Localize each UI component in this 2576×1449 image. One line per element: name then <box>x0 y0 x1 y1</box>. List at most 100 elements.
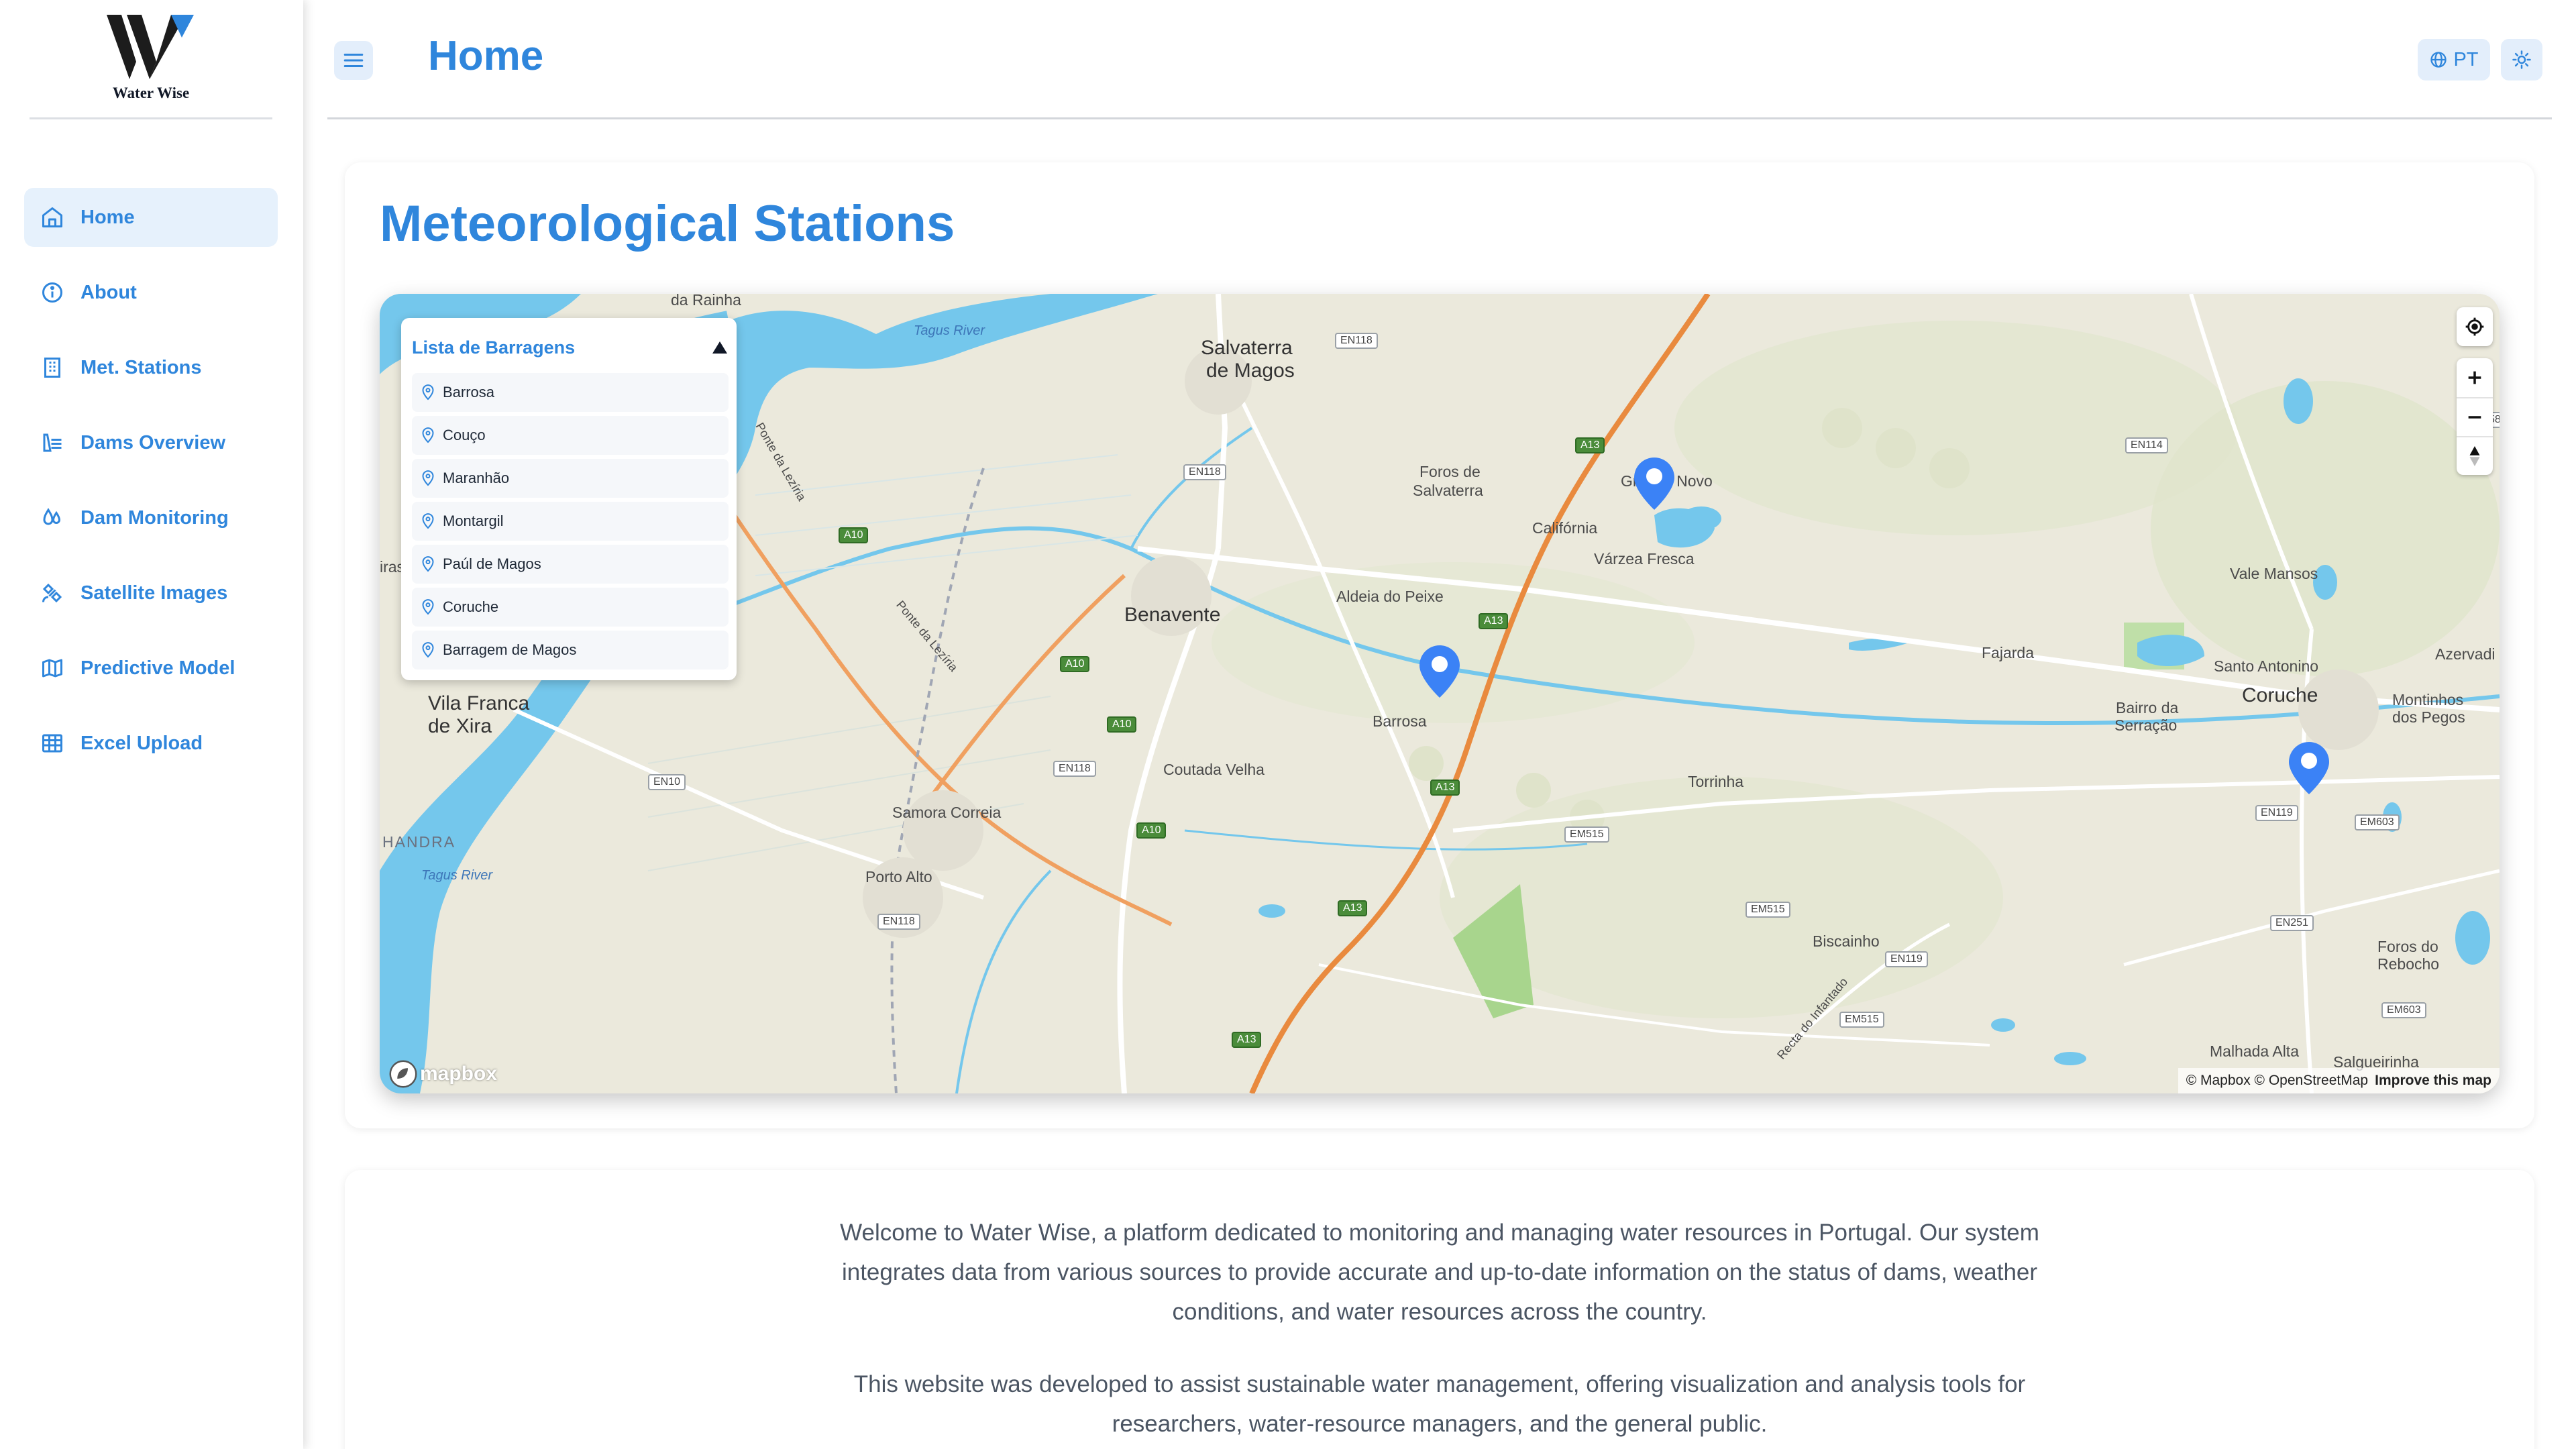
droplets-icon <box>40 506 64 530</box>
map-river-label: Tagus River <box>421 868 492 883</box>
mapbox-logo-icon <box>389 1060 417 1088</box>
menu-toggle-button[interactable] <box>334 41 373 80</box>
dam-list-item[interactable]: Montargil <box>412 502 729 541</box>
road-shield: A13 <box>1479 613 1509 629</box>
road-shield: EN251 <box>2270 915 2314 931</box>
geolocate-button[interactable] <box>2457 307 2493 346</box>
map-place-label: Coruche <box>2242 684 2318 706</box>
welcome-card: Welcome to Water Wise, a platform dedica… <box>345 1170 2534 1449</box>
dam-list-item[interactable]: Barragem de Magos <box>412 631 729 669</box>
sidebar-item-excel-upload[interactable]: Excel Upload <box>24 714 278 773</box>
dam-name: Maranhão <box>443 470 510 486</box>
map-place-label: Vale Mansos <box>2230 565 2318 582</box>
theme-toggle-button[interactable] <box>2501 39 2542 80</box>
map-place-label: Coutada Velha <box>1163 761 1265 778</box>
road-shield: EM603 <box>2355 814 2400 830</box>
map-place-label: Várzea Fresca <box>1594 550 1695 568</box>
road-shield: A10 <box>1107 716 1137 733</box>
sidebar-item-dam-monitoring[interactable]: Dam Monitoring <box>24 488 278 547</box>
logo[interactable]: Water Wise <box>30 0 272 119</box>
building-icon <box>40 356 64 380</box>
map-pin-icon[interactable] <box>1419 645 1460 698</box>
dam-list-item[interactable]: Couço <box>412 416 729 455</box>
map-place-label: Serração <box>2114 716 2178 734</box>
location-pin-icon <box>422 642 434 658</box>
dam-icon <box>40 431 64 455</box>
mapbox-logo[interactable]: mapbox <box>389 1060 497 1088</box>
sidebar-item-about[interactable]: About <box>24 263 278 322</box>
collapse-caret-icon[interactable] <box>712 341 727 354</box>
dam-list-item[interactable]: Maranhão <box>412 459 729 498</box>
dam-list-item[interactable]: Barrosa <box>412 373 729 412</box>
sidebar-item-label: Dam Monitoring <box>80 506 229 529</box>
welcome-paragraph: Welcome to Water Wise, a platform dedica… <box>840 1220 2039 1325</box>
attribution-text[interactable]: © Mapbox © OpenStreetMap <box>2186 1073 2368 1089</box>
sidebar-item-home[interactable]: Home <box>24 188 278 247</box>
improve-map-link[interactable]: Improve this map <box>2375 1073 2491 1089</box>
reset-bearing-button[interactable] <box>2457 436 2493 475</box>
road-shield: A10 <box>1136 822 1167 839</box>
sidebar-nav: Home About Met. Stations Dams Overview D… <box>24 188 278 789</box>
sidebar-item-dams-overview[interactable]: Dams Overview <box>24 413 278 472</box>
road-shield: EN119 <box>2255 805 2298 821</box>
plus-icon <box>2468 371 2481 384</box>
sun-icon <box>2512 50 2531 69</box>
minus-icon <box>2468 416 2481 419</box>
dam-list-panel: Lista de Barragens Barrosa Couço Maranhã… <box>401 318 737 680</box>
sidebar-item-met-stations[interactable]: Met. Stations <box>24 338 278 397</box>
dam-name: Couço <box>443 427 486 443</box>
sidebar: Water Wise Home About Met. Stations Dams… <box>0 0 303 1449</box>
road-shield: EN118 <box>1335 333 1378 349</box>
map-card: Meteorological Stations Salvaterra de Ma… <box>345 162 2534 1128</box>
dam-list-item[interactable]: Paúl de Magos <box>412 545 729 584</box>
dam-list-header[interactable]: Lista de Barragens <box>412 331 727 364</box>
zoom-control <box>2457 358 2493 475</box>
location-pin-icon <box>422 470 434 486</box>
sidebar-item-predictive-model[interactable]: Predictive Model <box>24 639 278 698</box>
dam-name: Barrosa <box>443 384 495 400</box>
home-icon <box>40 205 64 229</box>
road-shield: A10 <box>839 527 869 543</box>
welcome-paragraph: This website was developed to assist sus… <box>853 1371 2026 1437</box>
map-attribution: © Mapbox © OpenStreetMap Improve this ma… <box>2178 1068 2500 1093</box>
map-pin-icon[interactable] <box>1634 458 1674 510</box>
hamburger-icon <box>343 53 364 68</box>
map-place-label: Azervadi <box>2435 645 2496 663</box>
logo-text: Water Wise <box>112 85 190 101</box>
dam-name: Paúl de Magos <box>443 555 541 572</box>
sidebar-item-satellite-images[interactable]: Satellite Images <box>24 564 278 623</box>
dam-list: Barrosa Couço Maranhão Montargil Paúl de… <box>412 373 729 674</box>
map-place-label: de Xira <box>428 715 492 737</box>
dam-list-title: Lista de Barragens <box>412 337 576 358</box>
map-place-label: Torrinha <box>1688 773 1744 790</box>
location-pin-icon <box>422 384 434 400</box>
zoom-in-button[interactable] <box>2457 358 2493 397</box>
map-pin-icon[interactable] <box>2289 742 2329 794</box>
section-title: Meteorological Stations <box>380 195 955 252</box>
dam-list-item[interactable]: Coruche <box>412 588 729 627</box>
location-pin-icon <box>422 427 434 443</box>
map-view[interactable]: Salvaterra de Magos Foros de Salvaterra … <box>380 294 2500 1093</box>
location-pin-icon <box>422 556 434 572</box>
map-place-label: HANDRA <box>382 833 456 851</box>
map-place-label: Samora Correia <box>892 804 1002 821</box>
sidebar-item-label: Dams Overview <box>80 431 226 453</box>
sidebar-item-label: Excel Upload <box>80 732 203 754</box>
dam-name: Coruche <box>443 598 499 615</box>
language-button[interactable]: PT <box>2418 39 2490 80</box>
water-wise-logo-icon <box>107 15 194 79</box>
map-place-label: Aldeia do Peixe <box>1336 588 1444 605</box>
zoom-out-button[interactable] <box>2457 397 2493 436</box>
globe-icon <box>2430 52 2447 68</box>
road-shield: EN118 <box>1183 464 1226 480</box>
satellite-icon <box>40 581 64 605</box>
road-shield: A13 <box>1575 437 1605 453</box>
map-place-label: da Rainha <box>671 294 741 309</box>
language-label: PT <box>2453 48 2479 70</box>
map-place-label: Malhada Alta <box>2210 1042 2299 1060</box>
dam-name: Montargil <box>443 513 504 529</box>
crosshair-icon <box>2465 317 2484 336</box>
sidebar-item-label: Predictive Model <box>80 657 235 679</box>
road-shield: A13 <box>1232 1032 1262 1048</box>
dam-name: Barragem de Magos <box>443 641 577 658</box>
